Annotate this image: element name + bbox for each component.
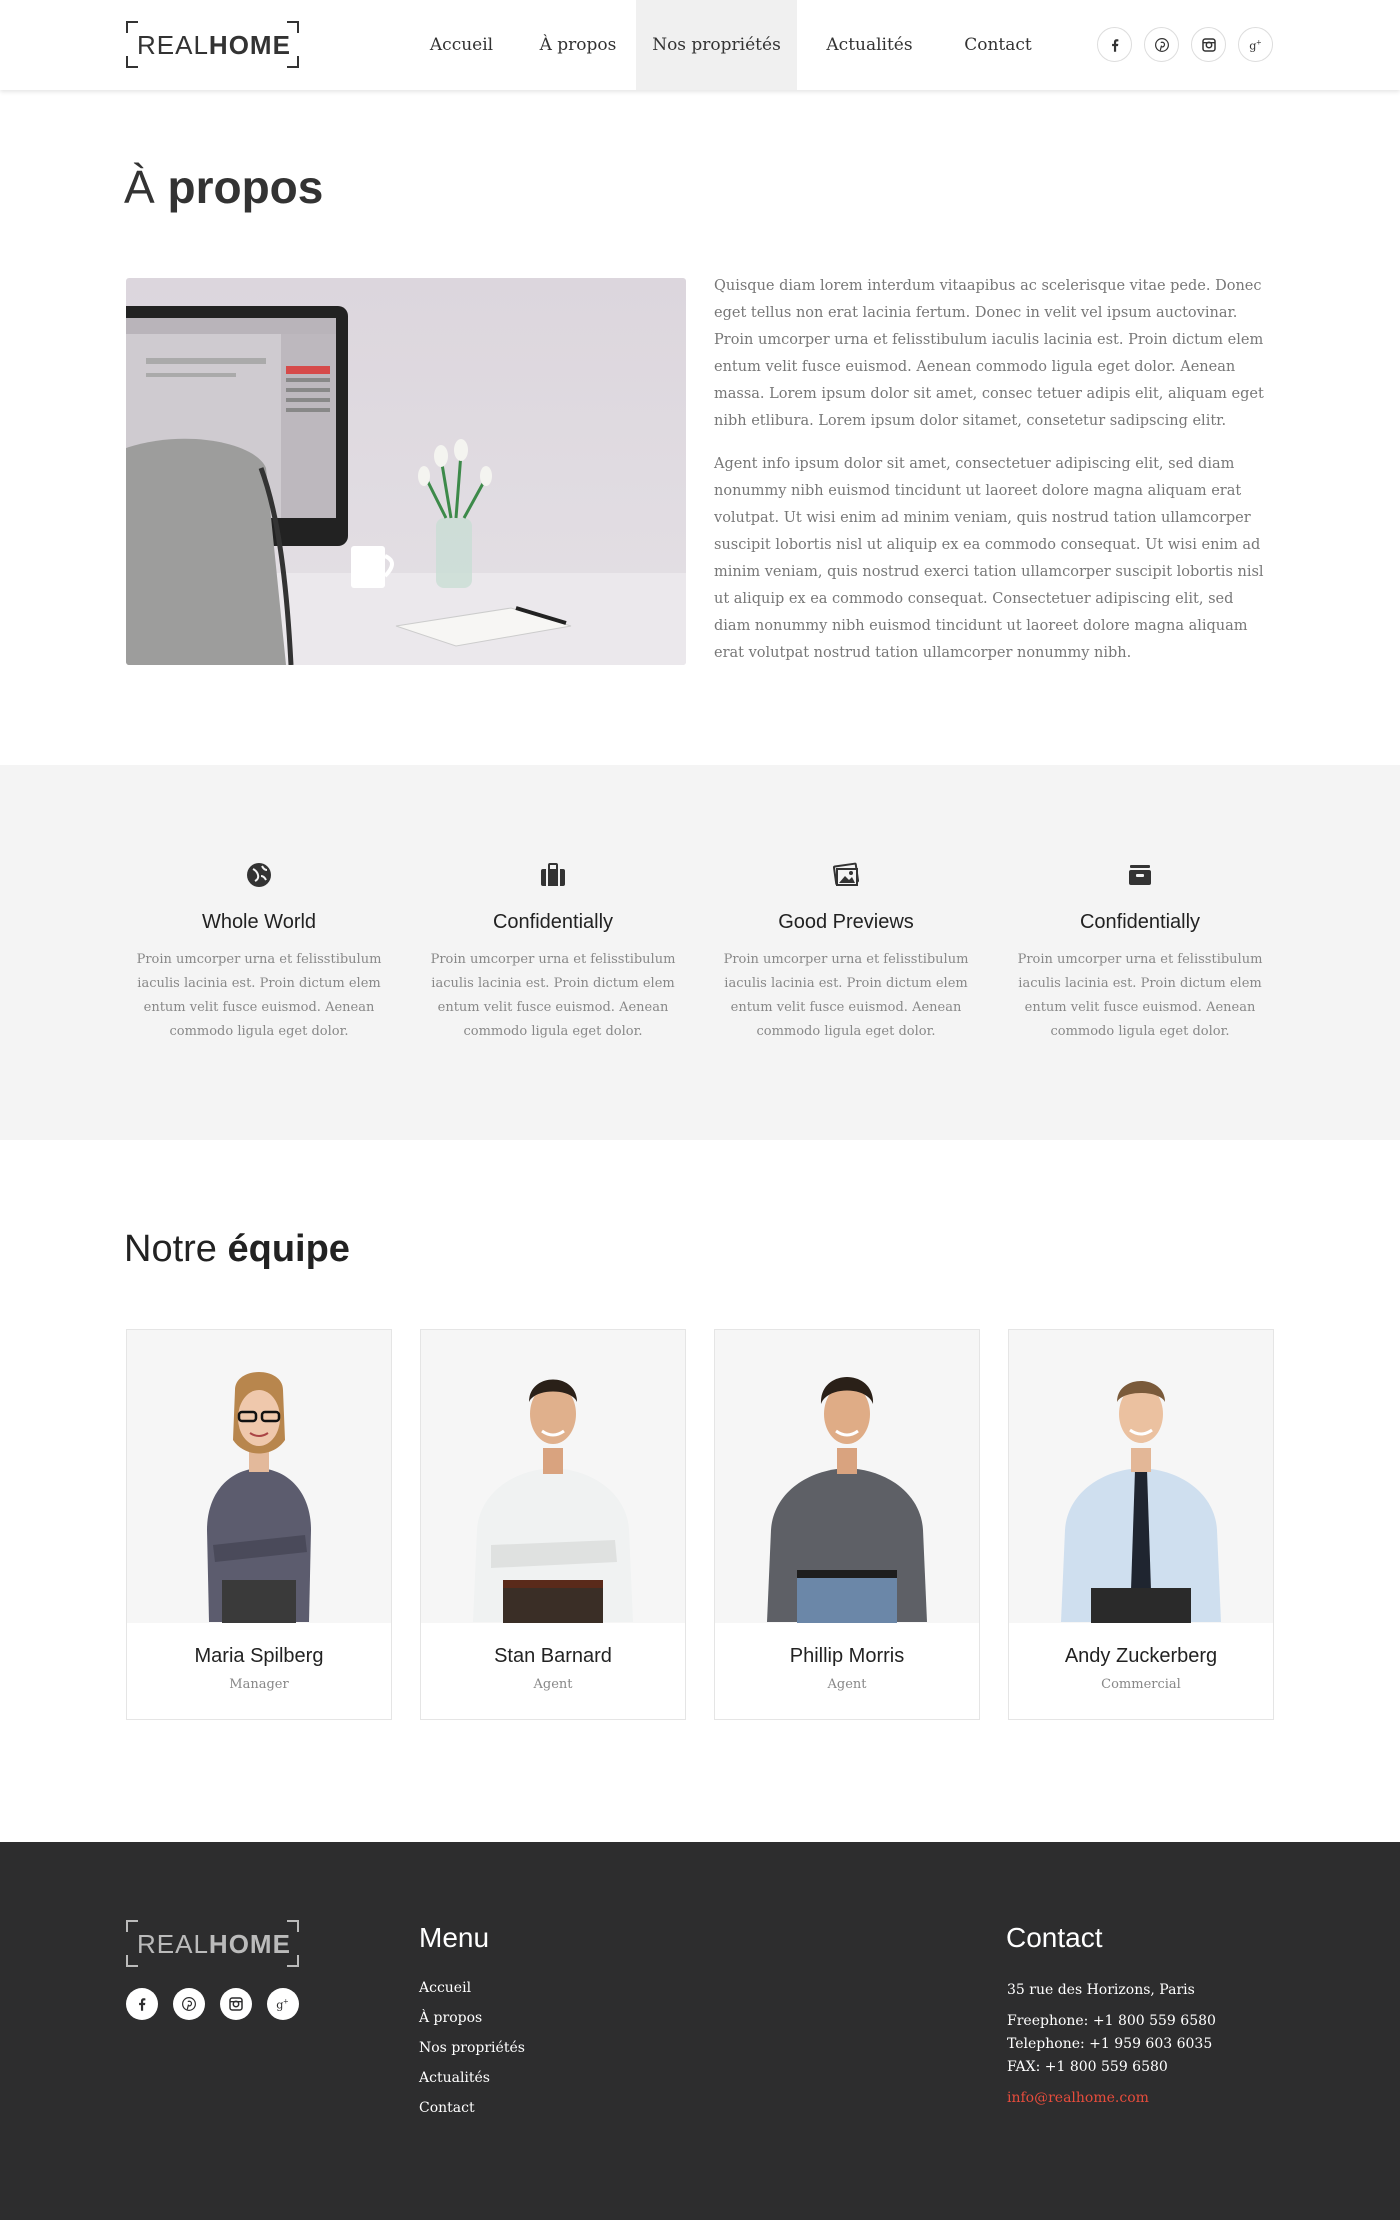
feature-text: Proin umcorper urna et felisstibulum iac… <box>136 952 382 1039</box>
briefcase-icon <box>539 861 567 889</box>
team-member-role: Agent <box>827 1677 867 1692</box>
nav-item-actualites[interactable]: Actualités <box>797 0 942 90</box>
footer-contact-title: Contact <box>1006 1922 1103 1953</box>
instagram-icon[interactable] <box>220 1988 252 2020</box>
footer-contact-info: 35 rue des Horizons, Paris Freephone: +1… <box>1007 1979 1216 2110</box>
about-text: Quisque diam lorem interdum vitaapibus a… <box>714 273 1274 683</box>
about-paragraph: Agent info ipsum dolor sit amet, consect… <box>714 456 1264 661</box>
team-member-photo <box>1009 1330 1273 1623</box>
logo-text-light: REAL <box>137 1929 209 1959</box>
site-logo[interactable]: REALHOME <box>126 21 299 68</box>
team-member-photo <box>127 1330 391 1623</box>
title-bold: propos <box>167 161 324 213</box>
feature-text: Proin umcorper urna et felisstibulum iac… <box>1017 952 1263 1039</box>
team-title: Notre équipe <box>124 1228 350 1271</box>
team-member-name: Andy Zuckerberg <box>1064 1645 1218 1667</box>
title-light: À <box>124 161 155 213</box>
features-section: Whole World Proin umcorper urna et felis… <box>0 765 1400 1140</box>
team-member-name: Phillip Morris <box>789 1645 905 1667</box>
pictures-icon <box>832 861 860 889</box>
site-header: REALHOME Accueil À propos Nos propriétés… <box>0 0 1400 90</box>
feature-title: Confidentially <box>492 911 614 933</box>
nav-item-accueil[interactable]: Accueil <box>403 0 520 90</box>
team-member-photo <box>715 1330 979 1623</box>
globe-icon <box>245 861 273 889</box>
logo-text-bold: HOME <box>208 1929 291 1959</box>
footer-menu-item-accueil[interactable]: Accueil <box>419 1979 525 2009</box>
feature-title: Confidentially <box>1079 911 1201 933</box>
team-member-role: Commercial <box>1101 1677 1181 1692</box>
title-bold: équipe <box>227 1228 350 1270</box>
about-image <box>126 278 686 665</box>
team-member-photo <box>421 1330 685 1623</box>
page-title: À propos <box>124 160 323 214</box>
logo-text-bold: HOME <box>208 30 291 60</box>
google-plus-icon[interactable]: g + <box>1238 27 1273 62</box>
nav-item-nos-proprietes[interactable]: Nos propriétés <box>636 0 797 90</box>
feature-text: Proin umcorper urna et felisstibulum iac… <box>723 952 969 1039</box>
team-member-name: Maria Spilberg <box>194 1645 324 1667</box>
team-member-role: Agent <box>533 1677 573 1692</box>
team-member-card[interactable]: Maria Spilberg Manager <box>126 1329 392 1720</box>
about-paragraph: Quisque diam lorem interdum vitaapibus a… <box>714 278 1264 429</box>
footer-menu-item-nos-proprietes[interactable]: Nos propriétés <box>419 2039 525 2069</box>
contact-telephone: Telephone: +1 959 603 6035 <box>1007 2036 1213 2052</box>
facebook-icon[interactable] <box>126 1988 158 2020</box>
team-member-card[interactable]: Phillip Morris Agent <box>714 1329 980 1720</box>
footer-menu-item-contact[interactable]: Contact <box>419 2099 525 2129</box>
pinterest-icon[interactable] <box>1144 27 1179 62</box>
team-member-card[interactable]: Stan Barnard Agent <box>420 1329 686 1720</box>
instagram-icon[interactable] <box>1191 27 1226 62</box>
pinterest-icon[interactable] <box>173 1988 205 2020</box>
contact-email-link[interactable]: info@realhome.com <box>1007 2087 1216 2110</box>
nav-item-a-propos[interactable]: À propos <box>520 0 636 90</box>
main-nav: Accueil À propos Nos propriétés Actualit… <box>403 0 1054 90</box>
contact-address: 35 rue des Horizons, Paris <box>1007 1982 1195 1998</box>
footer-menu-title: Menu <box>419 1922 490 1953</box>
footer-menu-item-a-propos[interactable]: À propos <box>419 2009 525 2039</box>
logo-text-light: REAL <box>137 30 209 60</box>
footer-logo[interactable]: REALHOME <box>126 1920 299 1967</box>
site-footer: REALHOME g + Menu Accueil À propos Nos pr… <box>0 1842 1400 2220</box>
feature-title: Good Previews <box>778 911 914 933</box>
svg-text:+: + <box>1256 38 1262 46</box>
archive-icon <box>1126 861 1154 889</box>
facebook-icon[interactable] <box>1097 27 1132 62</box>
footer-menu: Accueil À propos Nos propriétés Actualit… <box>419 1979 525 2129</box>
svg-text:+: + <box>283 1997 289 2005</box>
title-light: Notre <box>124 1228 217 1270</box>
team-member-role: Manager <box>229 1677 289 1692</box>
nav-item-contact[interactable]: Contact <box>942 0 1054 90</box>
contact-freephone: Freephone: +1 800 559 6580 <box>1007 2013 1216 2029</box>
footer-menu-item-actualites[interactable]: Actualités <box>419 2069 525 2099</box>
header-social-links: g + <box>1097 27 1273 62</box>
footer-social-links: g + <box>126 1988 299 2020</box>
feature-title: Whole World <box>201 911 317 933</box>
team-member-name: Stan Barnard <box>494 1645 612 1667</box>
feature-text: Proin umcorper urna et felisstibulum iac… <box>430 952 676 1039</box>
google-plus-icon[interactable]: g + <box>267 1988 299 2020</box>
contact-fax: FAX: +1 800 559 6580 <box>1007 2059 1168 2075</box>
team-member-card[interactable]: Andy Zuckerberg Commercial <box>1008 1329 1274 1720</box>
